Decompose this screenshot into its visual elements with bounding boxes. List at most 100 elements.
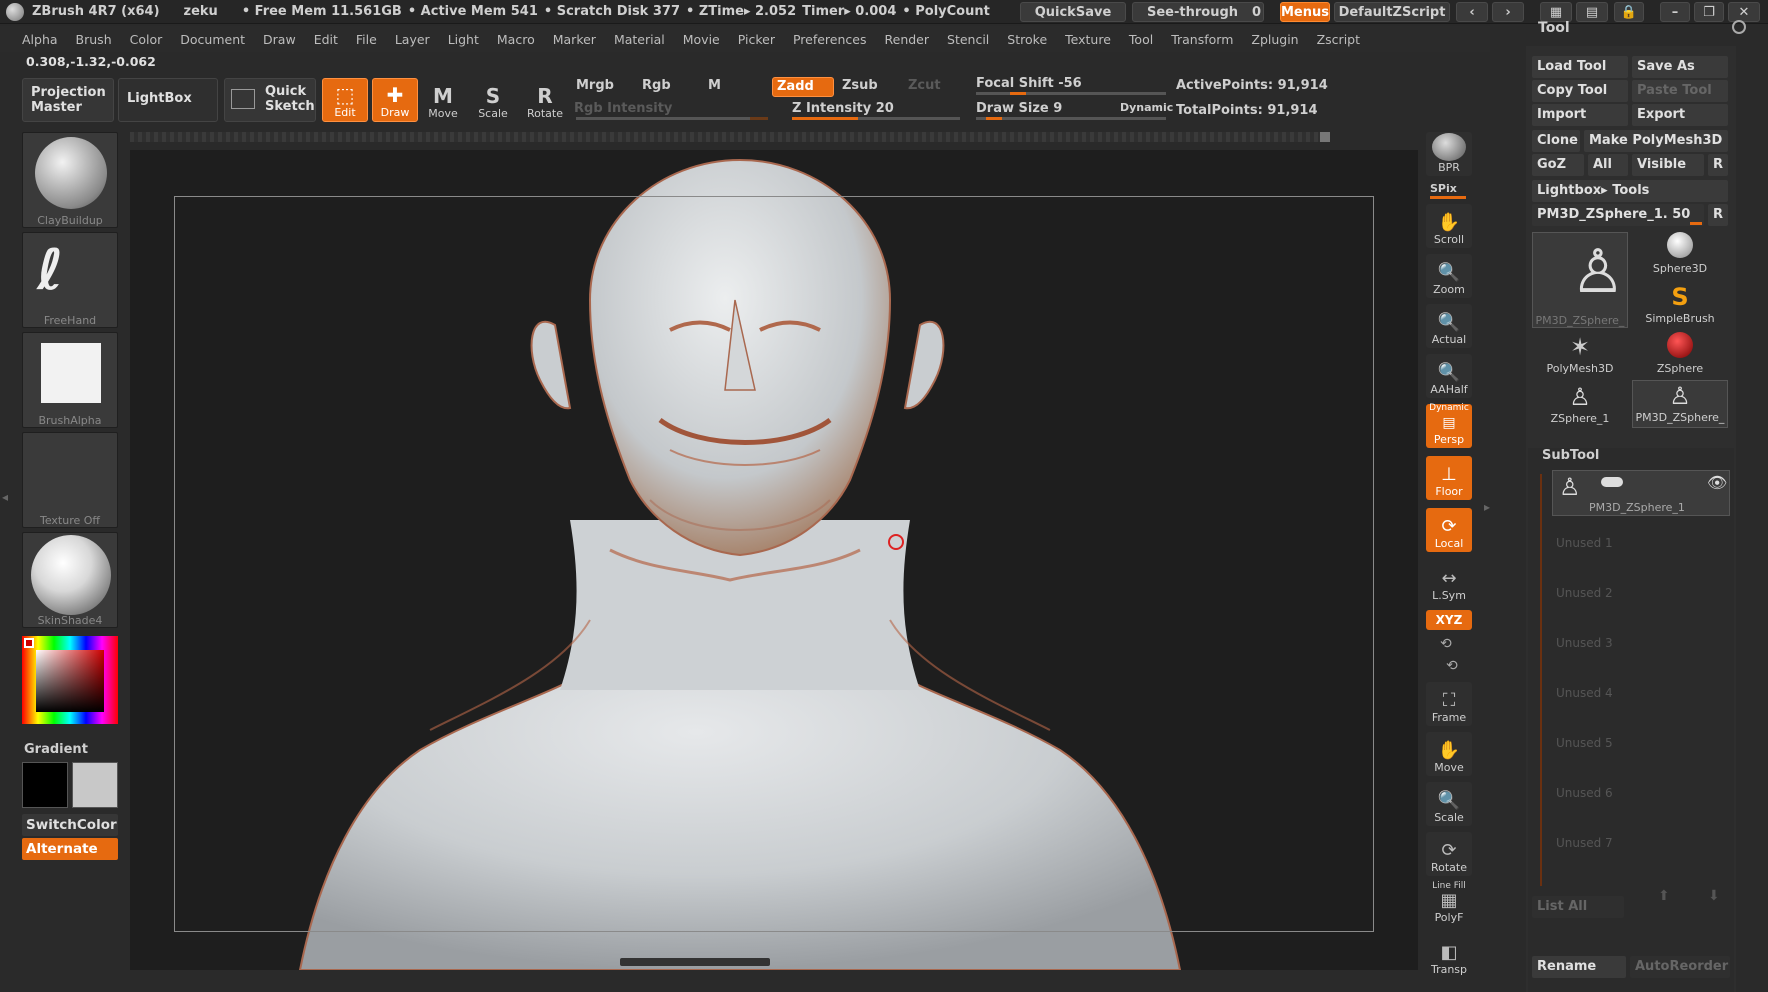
persp-button[interactable]: Dynamic ▤ Persp — [1426, 403, 1472, 448]
zoom-button[interactable]: 🔍 Zoom — [1426, 254, 1472, 298]
copy-tool-button[interactable]: Copy Tool — [1532, 80, 1628, 102]
local-button[interactable]: ⟳ Local — [1426, 508, 1472, 552]
tool-thumb-pm3d[interactable]: ♙ PM3D_ZSphere_ — [1532, 232, 1628, 328]
ruler-handle[interactable] — [1320, 132, 1330, 142]
z-intensity-slider[interactable]: Z Intensity 20 — [792, 101, 894, 116]
menu-stencil[interactable]: Stencil — [947, 32, 989, 47]
zadd-toggle[interactable]: Zadd — [772, 77, 834, 97]
maximize-icon[interactable]: ❐ — [1694, 2, 1724, 22]
lightbox-button[interactable]: LightBox — [118, 78, 218, 122]
move-up-icon[interactable]: ⬆ — [1658, 888, 1670, 904]
polyf-button[interactable]: Line Fill ▦ PolyF — [1426, 881, 1472, 926]
menu-zplugin[interactable]: Zplugin — [1251, 32, 1298, 47]
menu-brush[interactable]: Brush — [76, 32, 112, 47]
transp-button[interactable]: ◧ Transp — [1426, 934, 1472, 978]
current-tool-r-button[interactable]: R — [1708, 204, 1728, 226]
menu-tool[interactable]: Tool — [1129, 32, 1153, 47]
layout-alt-icon[interactable]: ▤ — [1576, 2, 1608, 22]
secondary-color[interactable] — [72, 762, 118, 808]
xyz-button[interactable]: XYZ — [1426, 610, 1472, 630]
spix-slider[interactable]: SPix — [1430, 182, 1457, 195]
quicksave-button[interactable]: QuickSave — [1020, 2, 1126, 22]
menu-edit[interactable]: Edit — [314, 32, 338, 47]
tool-polymesh3d[interactable]: ✶ PolyMesh3D — [1532, 332, 1628, 380]
auto-reorder-button[interactable]: AutoReorder — [1630, 956, 1730, 978]
menu-picker[interactable]: Picker — [738, 32, 775, 47]
frame-button[interactable]: ⛶ Frame — [1426, 682, 1472, 726]
floor-button[interactable]: ⊥ Floor — [1426, 456, 1472, 500]
zbrush-logo-icon[interactable] — [6, 3, 24, 21]
save-as-button[interactable]: Save As — [1632, 56, 1728, 78]
menu-color[interactable]: Color — [130, 32, 163, 47]
goz-visible-button[interactable]: Visible — [1632, 154, 1704, 176]
menu-document[interactable]: Document — [180, 32, 245, 47]
menu-movie[interactable]: Movie — [683, 32, 720, 47]
move-view-button[interactable]: ✋ Move — [1426, 732, 1472, 776]
menu-marker[interactable]: Marker — [553, 32, 596, 47]
paste-tool-button[interactable]: Paste Tool — [1632, 80, 1728, 102]
lsym-button[interactable]: ↔ L.Sym — [1426, 560, 1472, 604]
menus-button[interactable]: Menus — [1280, 2, 1330, 22]
move-mode-button[interactable]: M Move — [420, 78, 466, 122]
minimize-icon[interactable]: – — [1660, 2, 1690, 22]
see-through-slider[interactable]: See-through 0 — [1132, 2, 1264, 22]
scroll-button[interactable]: ✋ Scroll — [1426, 204, 1472, 248]
current-tool-slider[interactable]: PM3D_ZSphere_1. 50 — [1532, 204, 1704, 226]
menu-texture[interactable]: Texture — [1065, 32, 1111, 47]
mrgb-toggle[interactable]: Mrgb — [576, 78, 614, 93]
rotate-mode-button[interactable]: R Rotate — [522, 78, 568, 122]
rotate-view-button[interactable]: ⟳ Rotate — [1426, 832, 1472, 876]
shrink-ui-icon[interactable]: ‹ — [1456, 2, 1488, 22]
list-all-button[interactable]: List All — [1532, 896, 1624, 918]
dynamic-toggle[interactable]: Dynamic — [1120, 101, 1173, 114]
menu-macro[interactable]: Macro — [497, 32, 535, 47]
gradient-label[interactable]: Gradient — [24, 742, 88, 757]
tool-zsphere[interactable]: ZSphere — [1632, 332, 1728, 380]
brush-selector[interactable]: ClayBuildup — [22, 132, 118, 228]
menu-light[interactable]: Light — [448, 32, 479, 47]
subtool-eye-icon[interactable]: 👁 — [1707, 473, 1727, 492]
main-color[interactable] — [22, 762, 68, 808]
aahalf-button[interactable]: 🔍 AAHalf — [1426, 354, 1472, 398]
draw-mode-button[interactable]: ✚ Draw — [372, 78, 418, 122]
color-picker-square[interactable] — [36, 650, 104, 712]
m-toggle[interactable]: M — [708, 78, 721, 93]
tool-simplebrush[interactable]: S SimpleBrush — [1632, 282, 1728, 330]
menu-material[interactable]: Material — [614, 32, 665, 47]
tool-pm3d-zsphere[interactable]: ♙ PM3D_ZSphere_ — [1632, 380, 1728, 428]
actual-button[interactable]: 🔍 Actual — [1426, 304, 1472, 348]
alternate-button[interactable]: Alternate — [22, 838, 118, 860]
menu-file[interactable]: File — [356, 32, 377, 47]
menu-stroke[interactable]: Stroke — [1007, 32, 1047, 47]
tool-sphere3d[interactable]: Sphere3D — [1632, 232, 1728, 280]
menu-alpha[interactable]: Alpha — [22, 32, 58, 47]
quick-sketch-button[interactable]: Quick Sketch — [224, 78, 316, 122]
zsub-toggle[interactable]: Zsub — [842, 78, 878, 93]
goz-all-button[interactable]: All — [1588, 154, 1628, 176]
menu-zscript[interactable]: Zscript — [1317, 32, 1360, 47]
goz-button[interactable]: GoZ — [1532, 154, 1584, 176]
menu-transform[interactable]: Transform — [1171, 32, 1233, 47]
close-icon[interactable]: ✕ — [1728, 2, 1760, 22]
menu-preferences[interactable]: Preferences — [793, 32, 867, 47]
main-color-swatch[interactable] — [24, 638, 34, 648]
menu-layer[interactable]: Layer — [395, 32, 430, 47]
right-collapse-icon[interactable]: ▸ — [1484, 500, 1490, 514]
left-collapse-icon[interactable]: ◂ — [2, 490, 12, 520]
material-selector[interactable]: SkinShade4 — [22, 532, 118, 628]
rgb-toggle[interactable]: Rgb — [642, 78, 671, 93]
expand-ui-icon[interactable]: › — [1492, 2, 1524, 22]
rgb-intensity-slider[interactable]: Rgb Intensity — [574, 101, 672, 116]
switch-color-button[interactable]: SwitchColor — [22, 814, 118, 836]
zcut-toggle[interactable]: Zcut — [908, 78, 941, 93]
move-down-icon[interactable]: ⬇ — [1708, 888, 1720, 904]
rename-button[interactable]: Rename — [1532, 956, 1626, 978]
lightbox-tools-button[interactable]: Lightbox▸ Tools — [1532, 180, 1728, 202]
viewport-scroll-handle[interactable] — [620, 958, 770, 966]
import-button[interactable]: Import — [1532, 104, 1628, 126]
menu-draw[interactable]: Draw — [263, 32, 296, 47]
make-polymesh-button[interactable]: Make PolyMesh3D — [1584, 130, 1728, 152]
scale-mode-button[interactable]: S Scale — [470, 78, 516, 122]
rotate-z-icon[interactable]: ⟲ — [1446, 658, 1458, 674]
export-button[interactable]: Export — [1632, 104, 1728, 126]
